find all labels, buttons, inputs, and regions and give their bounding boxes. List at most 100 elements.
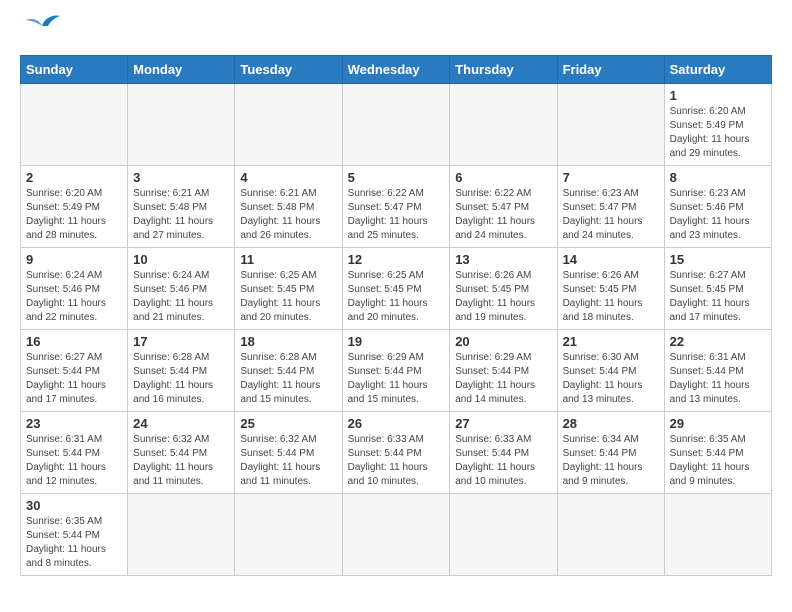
weekday-header-friday: Friday (557, 56, 664, 84)
day-info: Sunrise: 6:27 AM Sunset: 5:44 PM Dayligh… (26, 351, 122, 407)
day-number: 7 (563, 170, 659, 185)
calendar-cell: 11 Sunrise: 6:25 AM Sunset: 5:45 PM Dayli… (235, 248, 342, 330)
calendar-cell (128, 84, 235, 166)
day-number: 3 (133, 170, 229, 185)
calendar-cell: 14 Sunrise: 6:26 AM Sunset: 5:45 PM Dayli… (557, 248, 664, 330)
calendar-cell (664, 494, 771, 576)
day-info: Sunrise: 6:35 AM Sunset: 5:44 PM Dayligh… (26, 515, 122, 571)
weekday-header-sunday: Sunday (21, 56, 128, 84)
day-number: 12 (348, 252, 445, 267)
day-number: 17 (133, 334, 229, 349)
day-info: Sunrise: 6:29 AM Sunset: 5:44 PM Dayligh… (455, 351, 551, 407)
calendar-cell (342, 84, 450, 166)
day-info: Sunrise: 6:32 AM Sunset: 5:44 PM Dayligh… (240, 433, 336, 489)
calendar-cell: 4Sunrise: 6:21 AM Sunset: 5:48 PM Daylig… (235, 166, 342, 248)
day-number: 18 (240, 334, 336, 349)
logo (20, 20, 62, 45)
weekday-header-tuesday: Tuesday (235, 56, 342, 84)
calendar-cell: 8Sunrise: 6:23 AM Sunset: 5:46 PM Daylig… (664, 166, 771, 248)
day-info: Sunrise: 6:25 AM Sunset: 5:45 PM Dayligh… (240, 269, 336, 325)
calendar-cell: 12 Sunrise: 6:25 AM Sunset: 5:45 PM Dayli… (342, 248, 450, 330)
day-info: Sunrise: 6:29 AM Sunset: 5:44 PM Dayligh… (348, 351, 445, 407)
calendar-cell: 23Sunrise: 6:31 AM Sunset: 5:44 PM Dayli… (21, 412, 128, 494)
day-number: 20 (455, 334, 551, 349)
calendar-cell: 9Sunrise: 6:24 AM Sunset: 5:46 PM Daylig… (21, 248, 128, 330)
calendar-cell: 13 Sunrise: 6:26 AM Sunset: 5:45 PM Dayli… (450, 248, 557, 330)
day-info: Sunrise: 6:26 AM Sunset: 5:45 PM Dayligh… (563, 269, 659, 325)
week-row-3: 9Sunrise: 6:24 AM Sunset: 5:46 PM Daylig… (21, 248, 772, 330)
calendar-cell (557, 84, 664, 166)
week-row-6: 30 Sunrise: 6:35 AM Sunset: 5:44 PM Dayli… (21, 494, 772, 576)
calendar-cell: 6Sunrise: 6:22 AM Sunset: 5:47 PM Daylig… (450, 166, 557, 248)
day-info: Sunrise: 6:27 AM Sunset: 5:45 PM Dayligh… (670, 269, 766, 325)
page-header (20, 20, 772, 45)
day-info: Sunrise: 6:23 AM Sunset: 5:47 PM Dayligh… (563, 187, 659, 243)
day-info: Sunrise: 6:35 AM Sunset: 5:44 PM Dayligh… (670, 433, 766, 489)
calendar-cell: 16 Sunrise: 6:27 AM Sunset: 5:44 PM Dayli… (21, 330, 128, 412)
calendar-cell: 2 Sunrise: 6:20 AM Sunset: 5:49 PM Daylig… (21, 166, 128, 248)
calendar-cell: 25 Sunrise: 6:32 AM Sunset: 5:44 PM Dayli… (235, 412, 342, 494)
day-info: Sunrise: 6:26 AM Sunset: 5:45 PM Dayligh… (455, 269, 551, 325)
day-number: 29 (670, 416, 766, 431)
calendar-table: SundayMondayTuesdayWednesdayThursdayFrid… (20, 55, 772, 576)
calendar-cell (342, 494, 450, 576)
day-info: Sunrise: 6:24 AM Sunset: 5:46 PM Dayligh… (133, 269, 229, 325)
calendar-cell: 30 Sunrise: 6:35 AM Sunset: 5:44 PM Dayli… (21, 494, 128, 576)
calendar-cell (128, 494, 235, 576)
calendar-cell: 18 Sunrise: 6:28 AM Sunset: 5:44 PM Dayli… (235, 330, 342, 412)
day-info: Sunrise: 6:33 AM Sunset: 5:44 PM Dayligh… (455, 433, 551, 489)
calendar-cell (21, 84, 128, 166)
calendar-cell: 26 Sunrise: 6:33 AM Sunset: 5:44 PM Dayli… (342, 412, 450, 494)
calendar-cell: 15Sunrise: 6:27 AM Sunset: 5:45 PM Dayli… (664, 248, 771, 330)
day-info: Sunrise: 6:33 AM Sunset: 5:44 PM Dayligh… (348, 433, 445, 489)
day-info: Sunrise: 6:20 AM Sunset: 5:49 PM Dayligh… (26, 187, 122, 243)
calendar-cell: 17 Sunrise: 6:28 AM Sunset: 5:44 PM Dayli… (128, 330, 235, 412)
day-info: Sunrise: 6:25 AM Sunset: 5:45 PM Dayligh… (348, 269, 445, 325)
day-number: 16 (26, 334, 122, 349)
calendar-cell (235, 494, 342, 576)
calendar-cell: 29 Sunrise: 6:35 AM Sunset: 5:44 PM Dayli… (664, 412, 771, 494)
calendar-cell: 20 Sunrise: 6:29 AM Sunset: 5:44 PM Dayli… (450, 330, 557, 412)
weekday-header-row: SundayMondayTuesdayWednesdayThursdayFrid… (21, 56, 772, 84)
calendar-cell (450, 494, 557, 576)
day-number: 21 (563, 334, 659, 349)
calendar-cell: 1 Sunrise: 6:20 AM Sunset: 5:49 PM Daylig… (664, 84, 771, 166)
day-info: Sunrise: 6:22 AM Sunset: 5:47 PM Dayligh… (348, 187, 445, 243)
calendar-cell: 24 Sunrise: 6:32 AM Sunset: 5:44 PM Dayli… (128, 412, 235, 494)
day-number: 8 (670, 170, 766, 185)
calendar-cell: 7 Sunrise: 6:23 AM Sunset: 5:47 PM Daylig… (557, 166, 664, 248)
day-number: 19 (348, 334, 445, 349)
day-number: 13 (455, 252, 551, 267)
day-number: 2 (26, 170, 122, 185)
day-number: 30 (26, 498, 122, 513)
day-info: Sunrise: 6:20 AM Sunset: 5:49 PM Dayligh… (670, 105, 766, 161)
day-info: Sunrise: 6:21 AM Sunset: 5:48 PM Dayligh… (240, 187, 336, 243)
calendar-cell: 3 Sunrise: 6:21 AM Sunset: 5:48 PM Daylig… (128, 166, 235, 248)
calendar-cell: 28Sunrise: 6:34 AM Sunset: 5:44 PM Dayli… (557, 412, 664, 494)
bird-icon (24, 12, 62, 45)
day-number: 6 (455, 170, 551, 185)
day-info: Sunrise: 6:31 AM Sunset: 5:44 PM Dayligh… (26, 433, 122, 489)
day-info: Sunrise: 6:32 AM Sunset: 5:44 PM Dayligh… (133, 433, 229, 489)
day-number: 26 (348, 416, 445, 431)
day-number: 11 (240, 252, 336, 267)
calendar-cell (450, 84, 557, 166)
day-info: Sunrise: 6:28 AM Sunset: 5:44 PM Dayligh… (133, 351, 229, 407)
weekday-header-thursday: Thursday (450, 56, 557, 84)
weekday-header-saturday: Saturday (664, 56, 771, 84)
day-number: 14 (563, 252, 659, 267)
calendar-cell: 10Sunrise: 6:24 AM Sunset: 5:46 PM Dayli… (128, 248, 235, 330)
day-number: 22 (670, 334, 766, 349)
week-row-4: 16 Sunrise: 6:27 AM Sunset: 5:44 PM Dayli… (21, 330, 772, 412)
day-number: 25 (240, 416, 336, 431)
calendar-cell: 5Sunrise: 6:22 AM Sunset: 5:47 PM Daylig… (342, 166, 450, 248)
day-number: 1 (670, 88, 766, 103)
day-number: 27 (455, 416, 551, 431)
day-number: 24 (133, 416, 229, 431)
calendar-cell: 21Sunrise: 6:30 AM Sunset: 5:44 PM Dayli… (557, 330, 664, 412)
day-info: Sunrise: 6:21 AM Sunset: 5:48 PM Dayligh… (133, 187, 229, 243)
day-info: Sunrise: 6:28 AM Sunset: 5:44 PM Dayligh… (240, 351, 336, 407)
weekday-header-wednesday: Wednesday (342, 56, 450, 84)
calendar-cell (235, 84, 342, 166)
calendar-cell: 19 Sunrise: 6:29 AM Sunset: 5:44 PM Dayli… (342, 330, 450, 412)
